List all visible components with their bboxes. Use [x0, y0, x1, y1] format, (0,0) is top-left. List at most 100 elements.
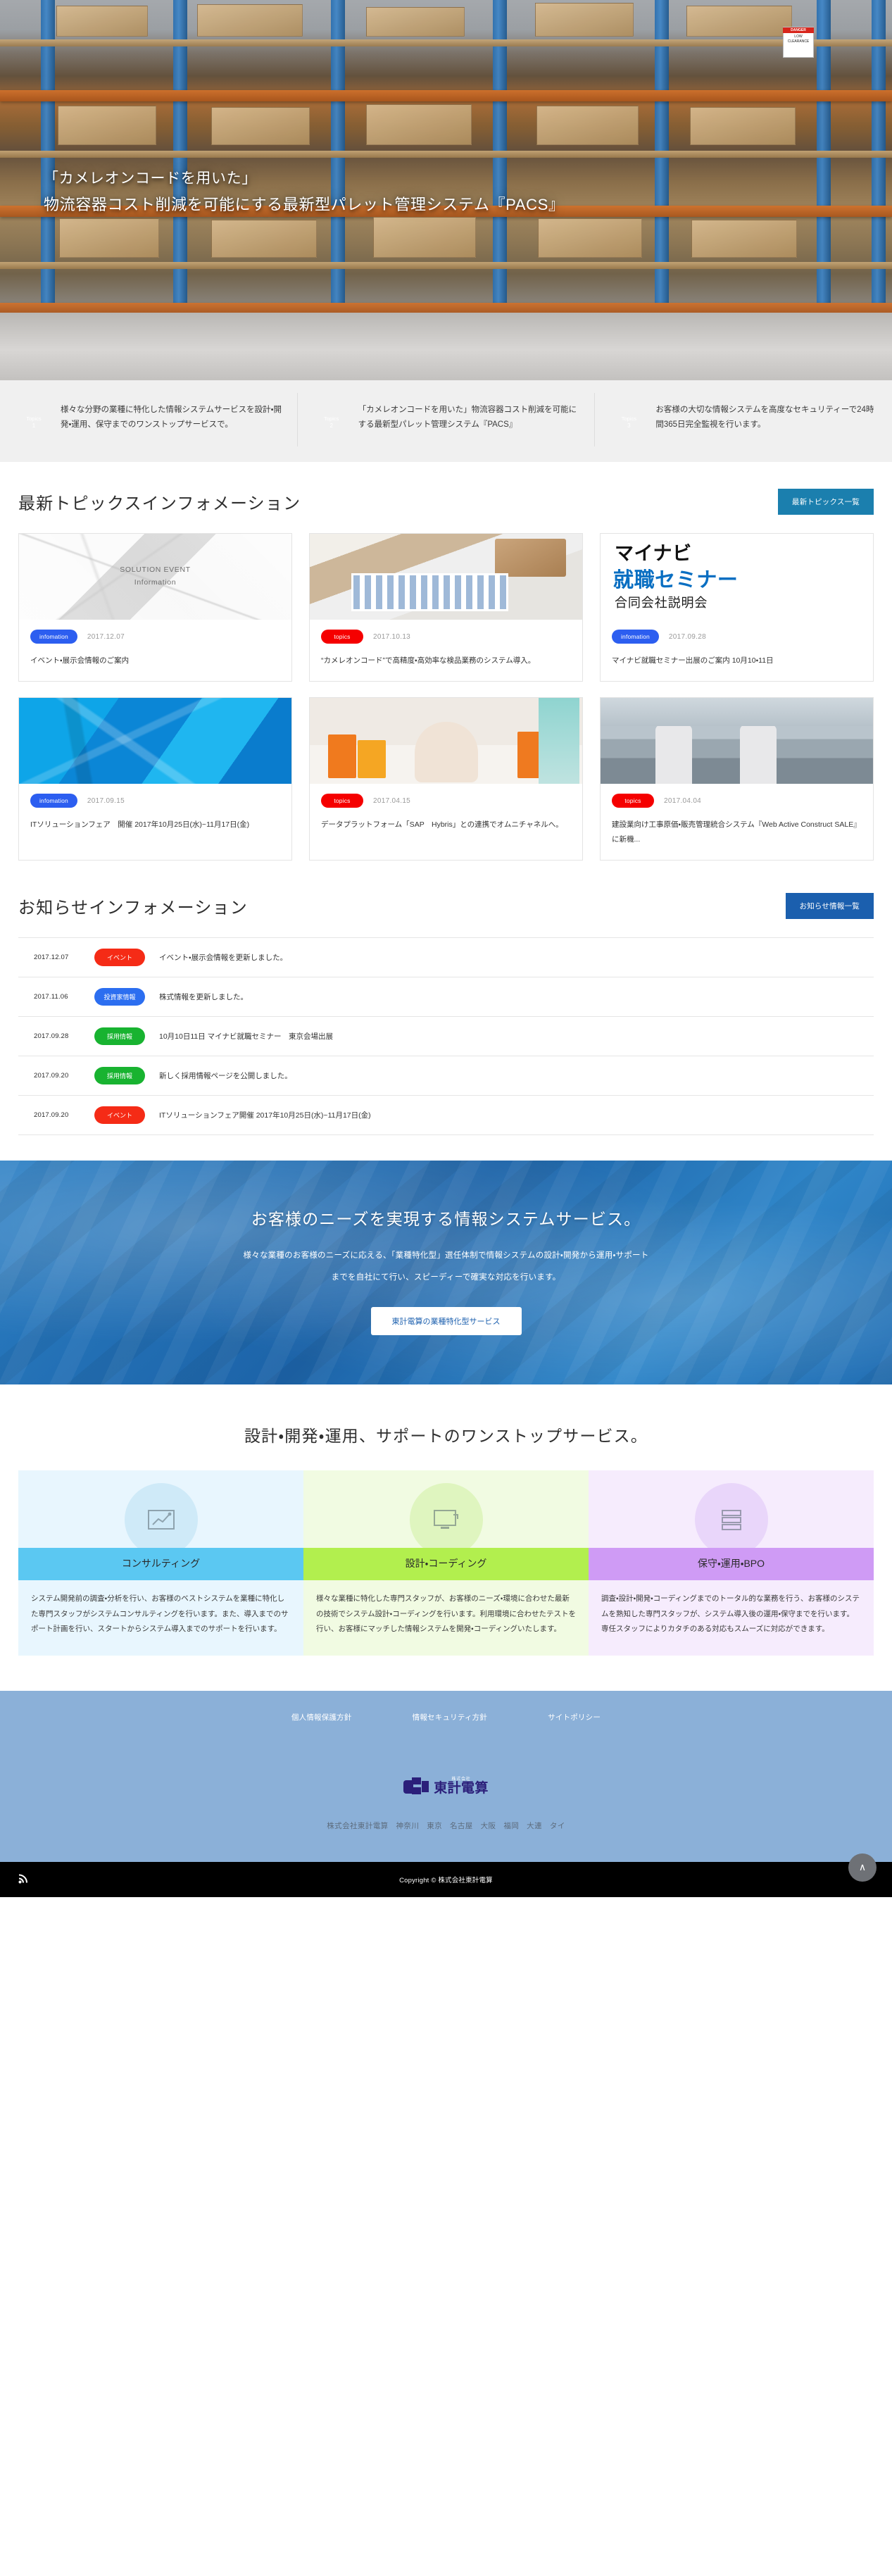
- topics-card-grid: SOLUTION EVENT Information infomation 20…: [18, 533, 874, 866]
- thumb-caption-1: SOLUTION EVENT: [120, 565, 191, 575]
- news-tag: イベント: [94, 1106, 145, 1124]
- monitor-icon: [433, 1510, 458, 1530]
- topics-information-section: 最新トピックスインフォメーション 最新トピックス一覧 SOLUTION EVEN…: [0, 462, 892, 866]
- card-tag: topics: [321, 794, 363, 808]
- hero-line-1: 「カメレオンコードを用いた」: [44, 170, 257, 187]
- news-date: 2017.09.28: [34, 1032, 69, 1040]
- cta-button[interactable]: 東計電算の業種特化型サービス: [370, 1307, 522, 1336]
- topic-badge-label: Topics: [26, 415, 42, 422]
- cta-subtext-line-1: 様々な業種のお客様のニーズに応える、「業種特化型」選任体制で情報システムの設計・…: [243, 1251, 649, 1260]
- service-icon-circle: [694, 1483, 768, 1549]
- thumb-caption-2: Information: [134, 578, 177, 587]
- news-list-item[interactable]: 2017.09.28 採用情報 10月10日11日 マイナビ就職セミナー 東京会…: [18, 1017, 874, 1056]
- cta-subtext-line-2: までを自社にて行い、スピーディーで確実な対応を行います。: [331, 1273, 561, 1282]
- service-column-design[interactable]: 設計・コーディング 様々な業種に特化した専門スタッフが、お客様のニーズ・環境に合…: [303, 1470, 589, 1656]
- service-icon-circle: [124, 1483, 198, 1549]
- topic-card[interactable]: Topics 3 お客様の大切な情報システムを高度なセキュリティーで24時間36…: [595, 393, 892, 446]
- service-heading: コンサルティング: [18, 1548, 303, 1581]
- news-date: 2017.09.20: [34, 1111, 69, 1119]
- news-text: イベント・展示会情報を更新しました。: [159, 954, 288, 962]
- news-information-section: お知らせインフォメーション お知らせ情報一覧 2017.12.07 イベント イ…: [0, 866, 892, 1135]
- news-list-item[interactable]: 2017.09.20 採用情報 新しく採用情報ページを公開しました。: [18, 1056, 874, 1096]
- card-thumbnail: マイナビ 就職セミナー 合同会社説明会: [601, 534, 873, 620]
- topic-news-card[interactable]: topics 2017.04.04 建設業向け工事原価・販売管理統合システム『W…: [600, 697, 874, 861]
- topic-badge: Topics 3: [612, 406, 646, 439]
- hero-line-2: 物流容器コスト削減を可能にする最新型パレット管理システム『PACS』: [44, 195, 565, 213]
- services-title: 設計・開発・運用、サポートのワンストップサービス。: [244, 1427, 648, 1446]
- news-text: 新しく採用情報ページを公開しました。: [159, 1072, 292, 1080]
- news-list-button[interactable]: お知らせ情報一覧: [785, 893, 874, 919]
- card-tag: infomation: [30, 630, 77, 644]
- card-date: 2017.10.13: [373, 632, 411, 641]
- news-list-item[interactable]: 2017.09.20 イベント ITソリューションフェア開催 2017年10月2…: [18, 1096, 874, 1135]
- topic-news-card[interactable]: infomation 2017.09.15 ITソリューションフェア 開催 20…: [18, 697, 292, 861]
- page-root: DANGER LOW CLEARANCE 「カメレオンコードを用いた」 物流容器…: [0, 0, 892, 1897]
- news-tag: イベント: [94, 949, 145, 966]
- topic-badge: Topics 1: [17, 406, 51, 439]
- copyright-text: Copyright © 株式会社東計電算: [399, 1876, 493, 1884]
- card-title: データプラットフォーム「SAP Hybris」との連携でオムニチャネルへ。: [321, 820, 563, 829]
- card-tag: infomation: [30, 794, 77, 808]
- footer-address: 株式会社東計電算 神奈川 東京 名古屋 大阪 福岡 大連 タイ: [327, 1821, 565, 1830]
- mynavi-logo-text: マイナビ: [615, 543, 692, 564]
- topic-card[interactable]: Topics 2 「カメレオンコードを用いた」物流容器コスト削減を可能にする最新…: [298, 393, 596, 446]
- footer-link-privacy[interactable]: 個人情報保護方針: [291, 1712, 352, 1722]
- news-list-item[interactable]: 2017.11.06 投資家情報 株式情報を更新しました。: [18, 977, 874, 1017]
- service-column-maintenance[interactable]: 保守・運用・BPO 調査・設計・開発・コーディングまでのトータル的な業務を行う、…: [589, 1470, 874, 1656]
- company-logo-icon: [403, 1777, 429, 1796]
- card-title: ITソリューションフェア 開催 2017年10月25日(水)~11月17日(金): [30, 820, 250, 829]
- footer-logo[interactable]: 株式会社 東計電算: [403, 1777, 489, 1796]
- topics-section-header: 最新トピックスインフォメーション 最新トピックス一覧: [18, 462, 874, 533]
- services-grid: コンサルティング システム開発前の調査・分析を行い、お客様のベストシステムを業種…: [18, 1470, 874, 1656]
- card-thumbnail: [310, 698, 582, 784]
- server-icon: [721, 1510, 741, 1531]
- news-section-header: お知らせインフォメーション お知らせ情報一覧: [18, 866, 874, 937]
- card-title: マイナビ就職セミナー出展のご案内 10月10・11日: [612, 656, 774, 665]
- card-title: イベント・展示会情報のご案内: [30, 656, 130, 665]
- footer-link-security[interactable]: 情報セキュリティ方針: [413, 1712, 487, 1722]
- topics-list-button[interactable]: 最新トピックス一覧: [777, 489, 874, 515]
- news-date: 2017.12.07: [34, 954, 69, 961]
- scroll-to-top-button[interactable]: ∧: [848, 1853, 877, 1882]
- mynavi-seminar-text: 就職セミナー: [613, 569, 739, 592]
- topic-news-card[interactable]: マイナビ 就職セミナー 合同会社説明会 infomation 2017.09.2…: [600, 533, 874, 682]
- news-date: 2017.09.20: [34, 1072, 69, 1080]
- mynavi-briefing-text: 合同会社説明会: [615, 596, 708, 610]
- topic-badge-number: 2: [329, 422, 333, 429]
- news-tag: 投資家情報: [94, 988, 145, 1006]
- card-tag: infomation: [612, 630, 659, 644]
- news-list-item[interactable]: 2017.12.07 イベント イベント・展示会情報を更新しました。: [18, 938, 874, 977]
- topic-news-card[interactable]: SOLUTION EVENT Information infomation 20…: [18, 533, 292, 682]
- low-clearance-sign: DANGER LOW CLEARANCE: [783, 27, 814, 58]
- rss-icon[interactable]: [18, 1873, 29, 1886]
- copyright-bar: Copyright © 株式会社東計電算: [0, 1861, 892, 1897]
- card-thumbnail: [601, 698, 873, 784]
- card-date: 2017.04.15: [373, 796, 411, 805]
- topic-badge: Topics 2: [315, 406, 348, 439]
- footer-link-sitepolicy[interactable]: サイトポリシー: [548, 1712, 601, 1722]
- sign-body-label: LOW CLEARANCE: [787, 35, 810, 44]
- news-text: ITソリューションフェア開催 2017年10月25日(水)~11月17日(金): [159, 1111, 371, 1120]
- card-tag: topics: [321, 630, 363, 644]
- news-tag: 採用情報: [94, 1067, 145, 1084]
- sign-danger-label: DANGER: [783, 27, 814, 34]
- topic-card[interactable]: Topics 1 様々な分野の業種に特化した情報システムサービスを設計・開発・運…: [0, 393, 298, 446]
- footer-logo-big: 東計電算: [434, 1780, 489, 1796]
- topic-news-card[interactable]: topics 2017.04.15 データプラットフォーム「SAP Hybris…: [309, 697, 583, 861]
- topic-text: お客様の大切な情報システムを高度なセキュリティーで24時間365日完全監視を行い…: [655, 406, 874, 430]
- card-date: 2017.09.15: [87, 796, 125, 805]
- card-date: 2017.09.28: [668, 632, 706, 641]
- topic-badge-label: Topics: [621, 415, 636, 422]
- card-thumbnail: SOLUTION EVENT Information: [19, 534, 291, 620]
- service-column-consulting[interactable]: コンサルティング システム開発前の調査・分析を行い、お客様のベストシステムを業種…: [18, 1470, 303, 1656]
- card-date: 2017.04.04: [664, 796, 702, 805]
- warehouse-floor: [0, 313, 892, 380]
- cta-title: お客様のニーズを実現する情報システムサービス。: [251, 1210, 641, 1228]
- topic-news-card[interactable]: topics 2017.10.13 “カメレオンコード”で高精度・高効率な検品業…: [309, 533, 583, 682]
- service-heading: 設計・コーディング: [303, 1548, 589, 1581]
- cta-banner: お客様のニーズを実現する情報システムサービス。 様々な業種のお客様のニーズに応え…: [0, 1161, 892, 1385]
- card-date: 2017.12.07: [87, 632, 125, 641]
- news-list: 2017.12.07 イベント イベント・展示会情報を更新しました。 2017.…: [18, 937, 874, 1135]
- topic-badge-number: 1: [32, 422, 36, 429]
- services-section: 設計・開発・運用、サポートのワンストップサービス。 コンサルティング システム開…: [0, 1384, 892, 1656]
